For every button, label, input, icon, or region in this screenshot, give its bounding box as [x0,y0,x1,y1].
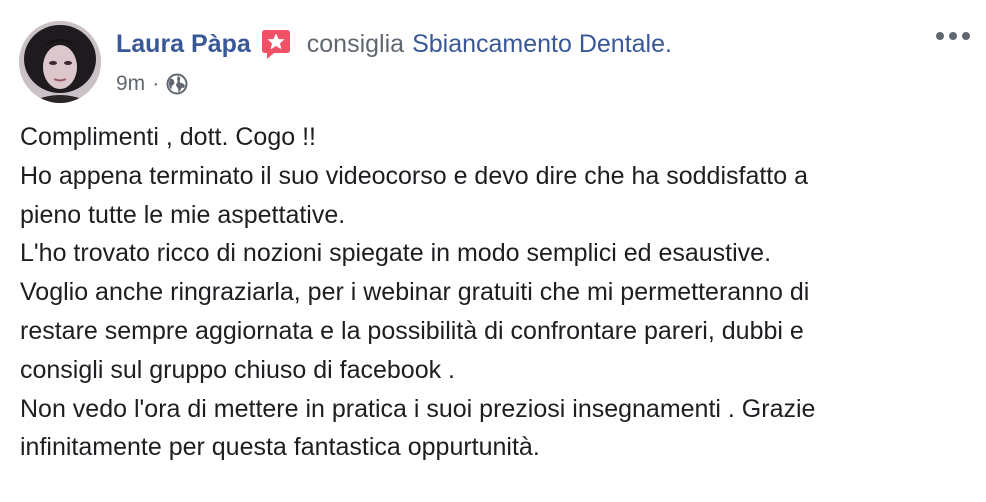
meta-separator: · [152,72,160,95]
post-meta: 9m · [116,69,188,99]
post-body-line: infinitamente per questa fantastica oppu… [20,433,540,462]
author-name-link[interactable]: Laura Pàpa [116,26,251,62]
author-avatar[interactable] [19,21,101,103]
post-body-line: Ho appena terminato il suo videocorso e … [20,161,808,190]
post-body-line: consigli sul gruppo chiuso di facebook . [20,355,455,384]
post-body-line: Complimenti , dott. Cogo !! [20,123,316,151]
more-options-button[interactable] [933,29,973,43]
post-body-line: Non vedo l'ora di mettere in pratica i s… [20,394,816,423]
post-body: Complimenti , dott. Cogo !! Ho appena te… [20,118,970,467]
facebook-recommendation-post: Laura Pàpa consiglia Sbiancamento Dental… [0,0,986,502]
post-body-line: L'ho trovato ricco di nozioni spiegate i… [20,239,772,268]
post-timestamp[interactable]: 9m [116,72,145,96]
post-body-line: Voglio anche ringraziarla, per i webinar… [20,278,810,307]
post-body-line: restare sempre aggiornata e la possibili… [20,316,804,345]
post-body-line: pieno tutte le mie aspettative. [20,200,346,229]
recommendation-star-icon [261,29,291,61]
more-options-icon [936,32,970,40]
recommended-page-link[interactable]: Sbiancamento Dentale. [412,26,672,62]
recommendation-verb: consiglia [306,30,405,58]
globe-icon[interactable] [166,73,188,95]
post-header: Laura Pàpa consiglia Sbiancamento Dental… [116,26,672,62]
